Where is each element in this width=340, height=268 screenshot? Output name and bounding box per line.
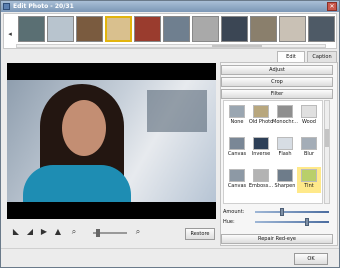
hue-slider-row: Hue: [223, 218, 333, 226]
filmstrip: ◂ ▸ [3, 13, 337, 49]
filmstrip-thumbnail[interactable] [47, 16, 74, 42]
filter-preview-icon [229, 105, 245, 118]
filmstrip-thumbnail[interactable] [221, 16, 248, 42]
filmstrip-scroll-thumb[interactable] [212, 45, 262, 47]
filter-option[interactable]: None [225, 103, 249, 129]
filter-preview-icon [229, 137, 245, 150]
filmstrip-thumbnail[interactable] [134, 16, 161, 42]
amount-slider[interactable] [255, 208, 329, 216]
hue-slider-thumb[interactable] [305, 218, 309, 226]
filter-option[interactable]: Inverse [249, 135, 273, 161]
filter-option[interactable]: Canvas [225, 135, 249, 161]
filter-grid-scroll-thumb[interactable] [325, 129, 329, 147]
title-bar: Edit Photo - 20/31 ✕ [1, 1, 339, 12]
filmstrip-thumbnail[interactable] [105, 16, 132, 42]
filter-grid: None Old Photo Monochr... Wood Canvas Inverse… [223, 100, 323, 204]
filmstrip-thumbnail[interactable] [18, 16, 45, 42]
filter-preview-icon [301, 169, 317, 182]
tab-caption[interactable]: Caption [307, 51, 337, 62]
crop-section-button[interactable]: Crop [221, 77, 333, 87]
filter-option[interactable]: Canvas [225, 167, 249, 193]
filter-label: Wood [302, 119, 316, 125]
flip-horizontal-icon[interactable]: ▶ [39, 227, 49, 237]
filter-section-button[interactable]: Filter [221, 89, 333, 99]
filter-option[interactable]: Monochr... [272, 103, 298, 129]
amount-slider-row: Amount: [223, 208, 333, 216]
filmstrip-thumbnail[interactable] [250, 16, 277, 42]
rotate-right-icon[interactable]: ◢ [25, 227, 35, 237]
flip-vertical-icon[interactable]: ▲ [53, 227, 63, 237]
hue-label: Hue: [223, 219, 235, 225]
filter-preview-icon [277, 137, 293, 150]
app-icon [3, 3, 10, 10]
filter-preview-icon [253, 105, 269, 118]
ok-button[interactable]: OK [294, 253, 328, 265]
filmstrip-thumbnail[interactable] [308, 16, 335, 42]
tab-edit[interactable]: Edit [277, 51, 305, 62]
hue-slider[interactable] [255, 218, 329, 226]
zoom-in-icon[interactable]: ⌕ [133, 227, 143, 237]
filter-preview-icon [301, 105, 317, 118]
filter-preview-icon [253, 169, 269, 182]
divider [1, 248, 339, 249]
zoom-slider[interactable] [93, 229, 127, 237]
filter-label: Tint [304, 183, 314, 189]
filter-option[interactable]: Sharpen [273, 167, 297, 193]
filter-option[interactable]: Tint [297, 167, 321, 193]
zoom-slider-thumb[interactable] [96, 229, 100, 237]
window-title: Edit Photo - 20/31 [13, 3, 74, 10]
rotate-left-icon[interactable]: ◣ [11, 227, 21, 237]
filmstrip-thumbnail[interactable] [76, 16, 103, 42]
amount-label: Amount: [223, 209, 245, 215]
image-toolbar: ◣ ◢ ▶ ▲ ⌕ ⌕ [11, 227, 211, 241]
filter-option[interactable]: Flash [273, 135, 297, 161]
filmstrip-scrollbar[interactable] [16, 44, 326, 48]
close-button[interactable]: ✕ [327, 2, 337, 11]
filmstrip-thumbnail[interactable] [279, 16, 306, 42]
filter-label: Blur [303, 151, 315, 157]
adjust-section-button[interactable]: Adjust [221, 65, 333, 75]
restore-button[interactable]: Restore [185, 228, 215, 240]
filter-option[interactable]: Wood [297, 103, 321, 129]
filter-preview-icon [277, 105, 293, 118]
zoom-out-icon[interactable]: ⌕ [69, 227, 79, 237]
filter-preview-icon [229, 169, 245, 182]
filter-option[interactable]: Blur [297, 135, 321, 161]
filter-preview-icon [277, 169, 293, 182]
filmstrip-thumbnail[interactable] [192, 16, 219, 42]
filter-preview-icon [301, 137, 317, 150]
filter-option[interactable]: Emboss... [249, 167, 273, 193]
filter-grid-scrollbar[interactable] [324, 100, 330, 204]
amount-slider-thumb[interactable] [280, 208, 284, 216]
repair-red-eye-button[interactable]: Repair Red-eye [221, 234, 333, 244]
filmstrip-left-arrow-icon[interactable]: ◂ [7, 29, 13, 39]
filter-preview-icon [253, 137, 269, 150]
filmstrip-thumbnail[interactable] [163, 16, 190, 42]
filter-option[interactable]: Old Photo [249, 103, 273, 129]
edit-photo-window: Edit Photo - 20/31 ✕ ◂ ▸ ◣ ◢ ▶ ▲ ⌕ ⌕ Res… [0, 0, 340, 268]
photo-preview [7, 80, 216, 202]
